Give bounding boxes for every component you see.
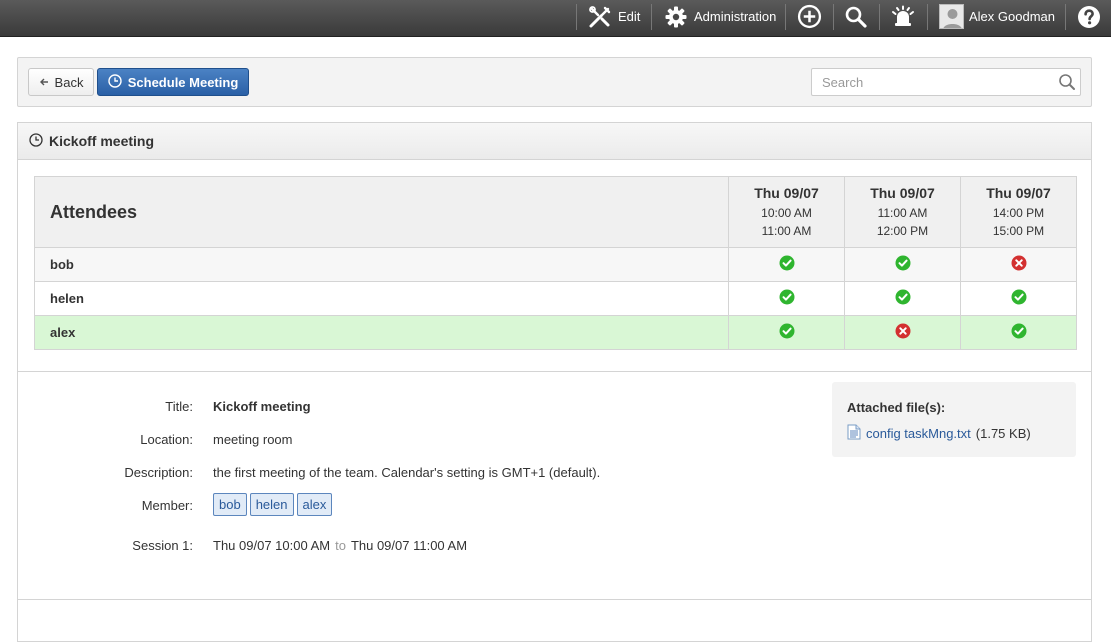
slot-start: 11:00 AM [877, 205, 928, 220]
member-tag[interactable]: alex [296, 493, 333, 516]
availability-cell[interactable] [728, 247, 845, 282]
divider [576, 4, 577, 30]
panel-header: Kickoff meeting [18, 123, 1091, 160]
attendees-table: Attendees Thu 09/07 10:00 AM 11:00 AM Th… [34, 176, 1077, 350]
search-button[interactable] [844, 0, 868, 33]
member-tag[interactable]: bob [213, 493, 247, 516]
check-circle-icon [1011, 323, 1027, 342]
attachment-size: (1.75 KB) [975, 426, 1031, 441]
attendee-name: alex [34, 315, 729, 350]
check-circle-icon [779, 255, 795, 274]
add-button[interactable] [797, 0, 822, 33]
divider [879, 4, 880, 30]
back-button[interactable]: Back [28, 68, 94, 96]
slot-date: Thu 09/07 [754, 184, 819, 201]
user-name: Alex Goodman [969, 9, 1055, 24]
help-icon [1077, 5, 1101, 29]
divider [651, 4, 652, 30]
administration-button[interactable]: Administration [664, 0, 776, 33]
detail-title-value: Kickoff meeting [213, 399, 311, 414]
meeting-title: Kickoff meeting [49, 133, 155, 149]
back-label: Back [54, 74, 84, 90]
file-icon [847, 424, 861, 443]
search-box [811, 68, 1081, 96]
check-circle-icon [779, 289, 795, 308]
session-to: to [335, 538, 346, 553]
attachments-heading: Attached file(s): [847, 400, 946, 415]
user-menu[interactable]: Alex Goodman [939, 0, 1055, 33]
schedule-meeting-button[interactable]: Schedule Meeting [97, 68, 249, 96]
session-end: Thu 09/07 11:00 AM [350, 538, 468, 553]
time-slot-header[interactable]: Thu 09/07 11:00 AM 12:00 PM [844, 176, 961, 248]
clock-icon [108, 73, 122, 91]
check-circle-icon [1011, 289, 1027, 308]
plus-circle-icon [797, 4, 822, 29]
divider [785, 4, 786, 30]
meeting-panel: Kickoff meeting Attendees Thu 09/07 10:0… [17, 122, 1092, 642]
toolbar: Back Schedule Meeting [17, 57, 1092, 107]
session-value: Thu 09/07 10:00 AM to Thu 09/07 11:00 AM [213, 538, 467, 553]
attendee-name: helen [34, 281, 729, 316]
time-slot-header[interactable]: Thu 09/07 10:00 AM 11:00 AM [728, 176, 845, 248]
attendee-row: helen [34, 281, 1077, 316]
attendee-row: bob [34, 247, 1077, 282]
slot-end: 11:00 AM [761, 223, 812, 238]
availability-cell[interactable] [844, 281, 961, 316]
availability-cell[interactable] [960, 281, 1077, 316]
check-circle-icon [779, 323, 795, 342]
help-button[interactable] [1077, 0, 1101, 33]
edit-button[interactable]: Edit [588, 0, 640, 33]
tools-icon [588, 5, 612, 29]
availability-cell[interactable] [960, 315, 1077, 350]
clock-icon [29, 132, 43, 150]
time-slot-header[interactable]: Thu 09/07 14:00 PM 15:00 PM [960, 176, 1077, 248]
search-icon [844, 5, 868, 29]
slot-end: 15:00 PM [992, 223, 1045, 238]
alarm-bell-icon [890, 5, 916, 29]
session-start: Thu 09/07 10:00 AM [213, 538, 331, 553]
alarm-button[interactable] [890, 0, 916, 33]
administration-label: Administration [694, 9, 777, 24]
edit-label: Edit [618, 9, 641, 24]
divider [927, 4, 928, 30]
attendees-heading: Attendees [34, 176, 729, 248]
avatar [939, 4, 964, 29]
gear-icon [664, 5, 688, 29]
member-tag[interactable]: helen [249, 493, 294, 516]
top-navbar: Edit Administration Alex Goodman [0, 0, 1111, 37]
slot-start: 10:00 AM [761, 205, 812, 220]
search-input[interactable] [812, 69, 1052, 95]
attendee-row: alex [34, 315, 1077, 350]
member-list: bob helen alex [213, 493, 335, 516]
divider [833, 4, 834, 30]
slot-end: 12:00 PM [876, 223, 929, 238]
availability-cell[interactable] [960, 247, 1077, 282]
availability-cell[interactable] [844, 247, 961, 282]
arrow-left-icon [39, 75, 49, 90]
slot-date: Thu 09/07 [986, 184, 1051, 201]
divider [18, 599, 1091, 600]
attendee-name: bob [34, 247, 729, 282]
check-circle-icon [895, 255, 911, 274]
attachment-link[interactable]: config taskMng.txt [866, 426, 971, 441]
availability-cell[interactable] [844, 315, 961, 350]
divider [18, 371, 1091, 372]
slot-start: 14:00 PM [992, 205, 1045, 220]
detail-location-value: meeting room [213, 432, 293, 447]
attachments-box: Attached file(s): config taskMng.txt (1.… [832, 382, 1076, 457]
detail-description-value: the first meeting of the team. Calendar'… [213, 465, 601, 480]
availability-cell[interactable] [728, 281, 845, 316]
slot-date: Thu 09/07 [870, 184, 935, 201]
availability-cell[interactable] [728, 315, 845, 350]
x-circle-icon [1011, 255, 1027, 274]
check-circle-icon [895, 289, 911, 308]
x-circle-icon [895, 323, 911, 342]
search-icon[interactable] [1058, 73, 1076, 94]
attachment-item: config taskMng.txt (1.75 KB) [847, 424, 1031, 443]
schedule-meeting-label: Schedule Meeting [127, 74, 239, 90]
divider [1065, 4, 1066, 30]
